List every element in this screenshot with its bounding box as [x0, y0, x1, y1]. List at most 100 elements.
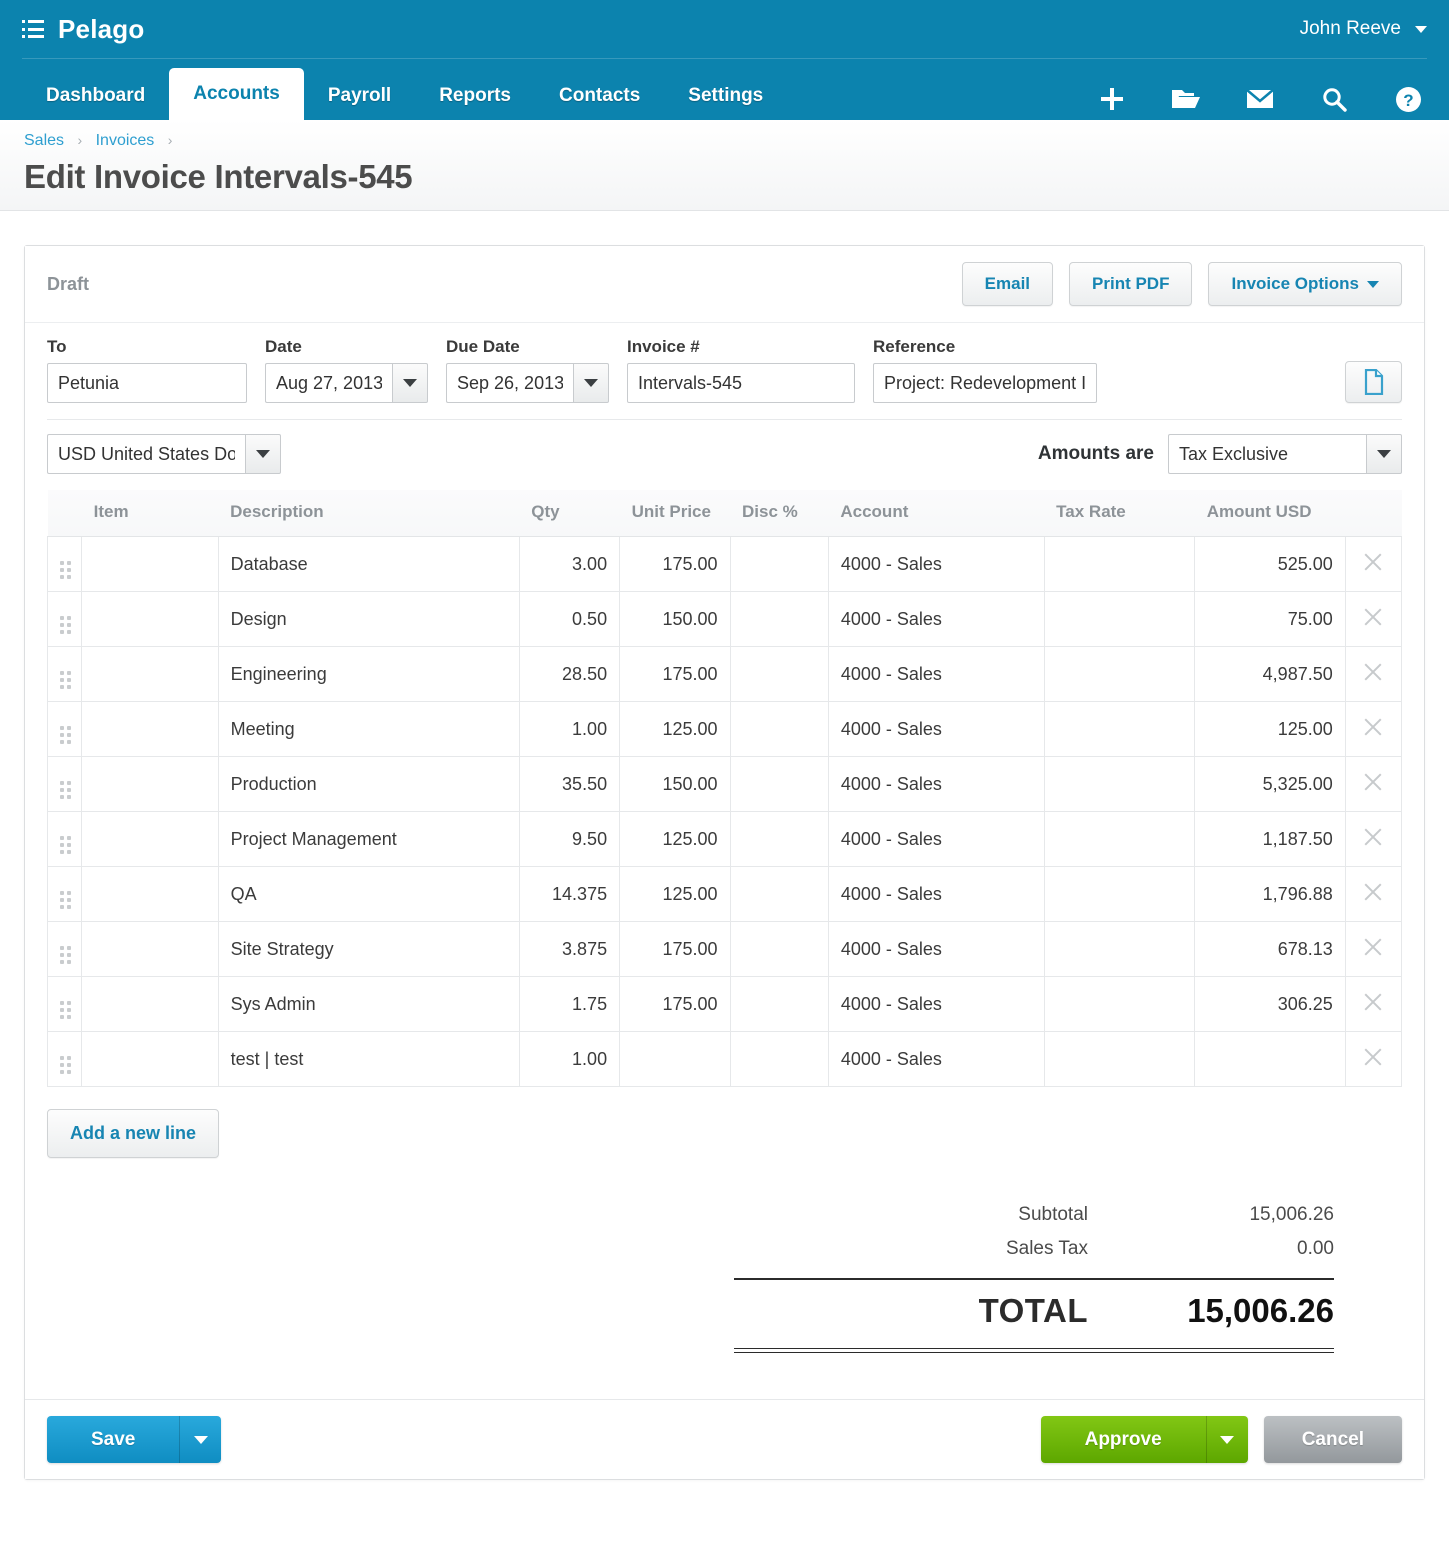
currency-dropdown-button[interactable]: [245, 434, 281, 474]
cell-account[interactable]: 4000 - Sales: [827, 921, 1045, 977]
cell-amount[interactable]: 5,325.00: [1194, 756, 1346, 812]
tab-reports[interactable]: Reports: [415, 72, 535, 120]
cell-unit-price[interactable]: [619, 1031, 731, 1087]
cell-disc[interactable]: [729, 976, 829, 1032]
approve-dropdown-button[interactable]: [1205, 1416, 1248, 1463]
cell-disc[interactable]: [729, 701, 829, 757]
cell-disc[interactable]: [729, 921, 829, 977]
cell-qty[interactable]: 3.875: [518, 921, 621, 977]
delete-row-button[interactable]: [1344, 866, 1403, 922]
cell-disc[interactable]: [729, 756, 829, 812]
cell-description[interactable]: Meeting: [217, 701, 520, 757]
cell-unit-price[interactable]: 175.00: [619, 536, 731, 592]
cell-item[interactable]: [81, 756, 219, 812]
cell-qty[interactable]: 1.00: [518, 1031, 621, 1087]
user-menu[interactable]: John Reeve: [1300, 0, 1427, 58]
cell-disc[interactable]: [729, 866, 829, 922]
tab-accounts[interactable]: Accounts: [169, 68, 304, 120]
cell-description[interactable]: Engineering: [217, 646, 520, 702]
cell-qty[interactable]: 3.00: [518, 536, 621, 592]
cell-tax-rate[interactable]: [1043, 591, 1196, 647]
tab-dashboard[interactable]: Dashboard: [22, 72, 169, 120]
tab-contacts[interactable]: Contacts: [535, 72, 664, 120]
cell-item[interactable]: [81, 701, 219, 757]
cell-tax-rate[interactable]: [1043, 811, 1196, 867]
cell-qty[interactable]: 1.00: [518, 701, 621, 757]
cell-disc[interactable]: [729, 811, 829, 867]
cell-account[interactable]: 4000 - Sales: [827, 866, 1045, 922]
reference-input[interactable]: [873, 363, 1097, 403]
cell-account[interactable]: 4000 - Sales: [827, 646, 1045, 702]
cell-amount[interactable]: 4,987.50: [1194, 646, 1346, 702]
cell-item[interactable]: [81, 1031, 219, 1087]
cell-description[interactable]: Design: [217, 591, 520, 647]
cell-description[interactable]: Sys Admin: [217, 976, 520, 1032]
cell-amount[interactable]: 1,187.50: [1194, 811, 1346, 867]
drag-handle-icon[interactable]: [46, 866, 83, 922]
cell-disc[interactable]: [729, 646, 829, 702]
cell-account[interactable]: 4000 - Sales: [827, 1031, 1045, 1087]
tab-payroll[interactable]: Payroll: [304, 72, 415, 120]
delete-row-button[interactable]: [1344, 811, 1403, 867]
cell-account[interactable]: 4000 - Sales: [827, 701, 1045, 757]
cell-qty[interactable]: 0.50: [518, 591, 621, 647]
delete-row-button[interactable]: [1344, 701, 1403, 757]
drag-handle-icon[interactable]: [46, 811, 83, 867]
cell-unit-price[interactable]: 150.00: [619, 756, 731, 812]
cell-tax-rate[interactable]: [1043, 866, 1196, 922]
search-icon[interactable]: [1319, 84, 1349, 114]
help-circle-icon[interactable]: ?: [1393, 84, 1423, 114]
cell-description[interactable]: Production: [217, 756, 520, 812]
cell-disc[interactable]: [729, 591, 829, 647]
drag-handle-icon[interactable]: [46, 591, 83, 647]
cell-tax-rate[interactable]: [1043, 536, 1196, 592]
cell-account[interactable]: 4000 - Sales: [827, 536, 1045, 592]
list-menu-icon[interactable]: [22, 20, 44, 38]
cell-tax-rate[interactable]: [1043, 756, 1196, 812]
cell-item[interactable]: [81, 536, 219, 592]
delete-row-button[interactable]: [1344, 536, 1403, 592]
cell-qty[interactable]: 14.375: [518, 866, 621, 922]
drag-handle-icon[interactable]: [46, 921, 83, 977]
delete-row-button[interactable]: [1344, 976, 1403, 1032]
cell-item[interactable]: [81, 866, 219, 922]
delete-row-button[interactable]: [1344, 591, 1403, 647]
cell-qty[interactable]: 1.75: [518, 976, 621, 1032]
cell-tax-rate[interactable]: [1043, 1031, 1196, 1087]
plus-icon[interactable]: [1097, 84, 1127, 114]
cell-disc[interactable]: [729, 536, 829, 592]
tax-mode-input[interactable]: [1168, 434, 1366, 474]
cell-qty[interactable]: 35.50: [518, 756, 621, 812]
cell-tax-rate[interactable]: [1043, 701, 1196, 757]
delete-row-button[interactable]: [1344, 646, 1403, 702]
cell-qty[interactable]: 28.50: [518, 646, 621, 702]
cell-amount[interactable]: 306.25: [1194, 976, 1346, 1032]
folder-open-icon[interactable]: [1171, 84, 1201, 114]
cell-amount[interactable]: 1,796.88: [1194, 866, 1346, 922]
cell-unit-price[interactable]: 175.00: [619, 646, 731, 702]
save-dropdown-button[interactable]: [179, 1416, 222, 1463]
drag-handle-icon[interactable]: [46, 756, 83, 812]
drag-handle-icon[interactable]: [46, 536, 83, 592]
cell-item[interactable]: [81, 811, 219, 867]
document-attach-icon[interactable]: [1345, 361, 1402, 403]
approve-button[interactable]: Approve: [1040, 1416, 1206, 1463]
cell-disc[interactable]: [729, 1031, 829, 1087]
cell-item[interactable]: [81, 976, 219, 1032]
cell-unit-price[interactable]: 125.00: [619, 811, 731, 867]
cell-unit-price[interactable]: 175.00: [619, 921, 731, 977]
cell-tax-rate[interactable]: [1043, 646, 1196, 702]
cell-tax-rate[interactable]: [1043, 976, 1196, 1032]
cell-amount[interactable]: 678.13: [1194, 921, 1346, 977]
cell-unit-price[interactable]: 125.00: [619, 701, 731, 757]
envelope-icon[interactable]: [1245, 84, 1275, 114]
date-picker-button[interactable]: [392, 363, 428, 403]
tab-settings[interactable]: Settings: [664, 72, 787, 120]
tax-mode-dropdown-button[interactable]: [1366, 434, 1402, 474]
cell-description[interactable]: test | test: [217, 1031, 520, 1087]
breadcrumb-item-invoices[interactable]: Invoices: [96, 132, 155, 149]
cell-description[interactable]: Project Management: [217, 811, 520, 867]
cell-unit-price[interactable]: 150.00: [619, 591, 731, 647]
cell-unit-price[interactable]: 175.00: [619, 976, 731, 1032]
cell-qty[interactable]: 9.50: [518, 811, 621, 867]
